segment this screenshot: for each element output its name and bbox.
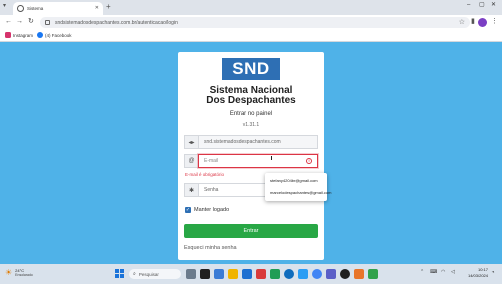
start-button[interactable] bbox=[115, 269, 124, 278]
edge-icon[interactable] bbox=[284, 269, 294, 279]
site-favicon-icon bbox=[17, 5, 24, 12]
at-sign-icon: @ bbox=[184, 154, 198, 168]
app-icon-12[interactable] bbox=[340, 269, 350, 279]
browser-tab-bar: ▾ Sistema ✕ + – ▢ ✕ bbox=[0, 0, 502, 15]
taskbar: ☀ 24°C Ensolarado ⌕ Pesquisar ⌃ ⌨ ◠ ◁ 10… bbox=[0, 264, 502, 284]
forward-arrow-icon[interactable]: → bbox=[16, 18, 23, 25]
reload-icon[interactable]: ↻ bbox=[28, 18, 34, 25]
submit-button[interactable]: Entrar bbox=[184, 224, 318, 238]
extensions-icon[interactable]: ▮ bbox=[471, 18, 475, 25]
browser-toolbar: ← → ↻ sndsistemadosdespachantes.com.br/a… bbox=[0, 15, 502, 30]
app-icon-5[interactable] bbox=[242, 269, 252, 279]
instagram-icon bbox=[5, 32, 11, 38]
app-icon-6[interactable] bbox=[256, 269, 266, 279]
remember-checkbox[interactable]: ✓ bbox=[185, 207, 191, 213]
forgot-password-link[interactable]: Esqueci minha senha bbox=[184, 245, 237, 251]
tab-close-icon[interactable]: ✕ bbox=[95, 6, 99, 11]
app-icon-7[interactable] bbox=[270, 269, 280, 279]
domain-field: ◂▸ snd.sistemadosdespachantes.com bbox=[184, 135, 318, 149]
app-icon-3[interactable] bbox=[214, 269, 224, 279]
file-explorer-icon[interactable] bbox=[228, 269, 238, 279]
remember-me[interactable]: ✓ Manter logado bbox=[185, 207, 229, 213]
new-tab-button[interactable]: + bbox=[106, 3, 111, 11]
snd-logo: SND bbox=[222, 58, 280, 80]
logo-text: SND bbox=[232, 59, 270, 78]
autofill-dropdown: stefany4204br@gmail.com marcelodespachan… bbox=[265, 173, 331, 201]
tab-search-icon[interactable]: ▾ bbox=[3, 3, 6, 9]
tab-title: Sistema bbox=[27, 6, 44, 11]
browser-menu-icon[interactable]: ⋮ bbox=[491, 18, 498, 25]
bookmark-instagram[interactable]: Instagram bbox=[5, 32, 33, 38]
url-text[interactable]: sndsistemadosdespachantes.com.br/autenti… bbox=[55, 20, 178, 26]
app-icon-2[interactable] bbox=[200, 269, 210, 279]
language-icon[interactable]: ⌨ bbox=[430, 270, 437, 275]
site-info-icon[interactable] bbox=[45, 20, 50, 25]
domain-icon: ◂▸ bbox=[184, 135, 198, 149]
weather-widget[interactable]: ☀ 24°C Ensolarado bbox=[5, 268, 33, 277]
tray-chevron-icon[interactable]: ⌃ bbox=[420, 270, 424, 275]
minimize-icon[interactable]: – bbox=[467, 2, 470, 8]
email-error-message: E-mail é obrigatório bbox=[185, 172, 225, 177]
email-placeholder: E-mail bbox=[204, 158, 219, 164]
autofill-option[interactable]: stefany4204br@gmail.com bbox=[270, 178, 318, 183]
app-title-line2: Dos Despachantes bbox=[206, 95, 296, 106]
search-placeholder: Pesquisar bbox=[138, 271, 159, 277]
weather-desc: Ensolarado bbox=[15, 273, 33, 277]
app-icon-14[interactable] bbox=[368, 269, 378, 279]
email-field: @ E-mail ! bbox=[184, 154, 318, 168]
bookmarks-bar: Instagram (4) Facebook bbox=[0, 30, 502, 42]
sun-icon: ☀ bbox=[5, 267, 13, 277]
back-arrow-icon[interactable]: ← bbox=[5, 18, 12, 25]
wifi-icon[interactable]: ◠ bbox=[441, 270, 445, 275]
autofill-option[interactable]: marcelodespachantes@gmail.com bbox=[270, 190, 331, 195]
app-icon-9[interactable] bbox=[298, 269, 308, 279]
notification-icon[interactable]: ◔ bbox=[491, 270, 495, 276]
taskbar-search[interactable]: ⌕ Pesquisar bbox=[129, 269, 181, 279]
address-bar[interactable]: sndsistemadosdespachantes.com.br/autenti… bbox=[40, 17, 470, 28]
profile-avatar[interactable] bbox=[478, 18, 487, 27]
chrome-icon[interactable] bbox=[312, 269, 322, 279]
bookmark-label: Instagram bbox=[13, 32, 34, 38]
app-icon-13[interactable] bbox=[354, 269, 364, 279]
clock-date: 14/03/2024 bbox=[467, 273, 488, 278]
key-icon: ✱ bbox=[184, 183, 198, 197]
browser-tab-active[interactable]: Sistema ✕ bbox=[13, 2, 103, 15]
clock[interactable]: 10:17 14/03/2024 bbox=[462, 267, 488, 279]
bookmark-label: (4) Facebook bbox=[45, 32, 72, 38]
facebook-icon bbox=[37, 32, 43, 38]
error-icon: ! bbox=[306, 158, 312, 164]
login-subtitle: Entrar no painel bbox=[229, 111, 273, 117]
text-cursor bbox=[271, 156, 272, 160]
maximize-icon[interactable]: ▢ bbox=[479, 2, 485, 8]
close-window-icon[interactable]: ✕ bbox=[491, 2, 496, 8]
volume-icon[interactable]: ◁ bbox=[451, 270, 455, 275]
remember-label: Manter logado bbox=[194, 207, 230, 213]
login-card: SND Sistema Nacional Dos Despachantes En… bbox=[178, 52, 324, 260]
bookmark-star-icon[interactable]: ☆ bbox=[459, 19, 465, 26]
app-icon-11[interactable] bbox=[326, 269, 336, 279]
app-version: v1.31.1 bbox=[242, 122, 260, 128]
app-icon-1[interactable] bbox=[186, 269, 196, 279]
domain-input[interactable]: snd.sistemadosdespachantes.com bbox=[198, 135, 318, 149]
bookmark-facebook[interactable]: (4) Facebook bbox=[37, 32, 72, 38]
email-input[interactable]: E-mail ! bbox=[198, 154, 318, 168]
search-icon: ⌕ bbox=[133, 270, 136, 277]
